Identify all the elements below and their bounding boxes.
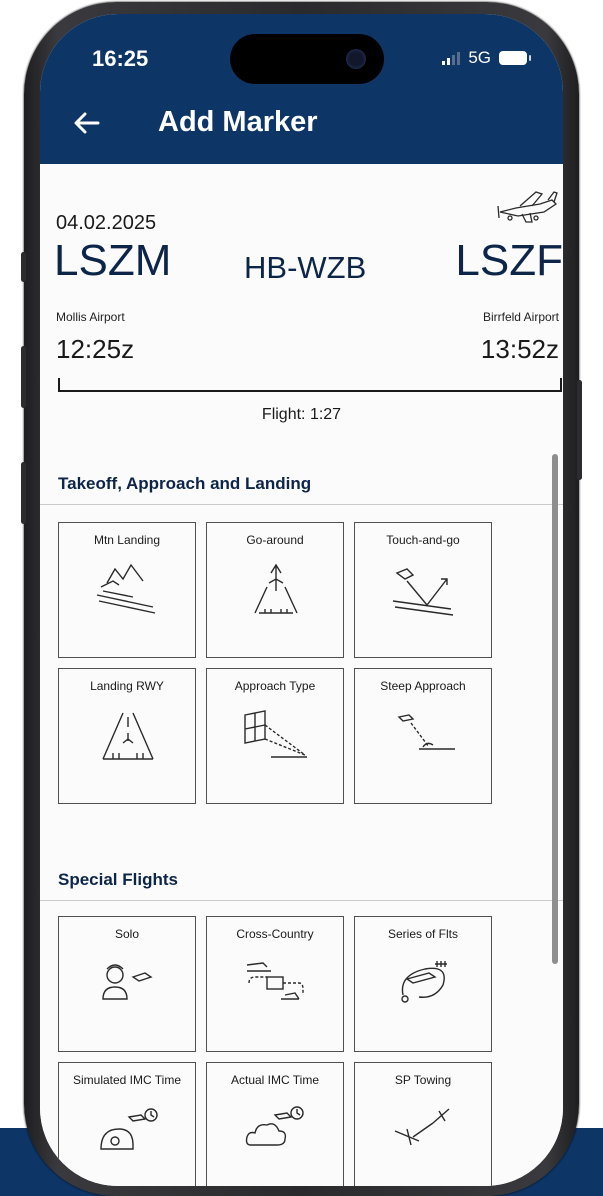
tile-label: Series of Flts xyxy=(387,927,459,941)
simulated-imc-icon xyxy=(100,1108,158,1150)
tile-label: Steep Approach xyxy=(380,679,466,693)
tile-label: Go-around xyxy=(246,533,304,547)
tile-steep-approach[interactable]: Steep Approach xyxy=(354,668,492,804)
takeoff-marker-grid: Mtn Landing Go-around Touch-and-go Landi… xyxy=(58,522,492,804)
tile-label: Cross-Country xyxy=(236,927,314,941)
tile-go-around[interactable]: Go-around xyxy=(206,522,344,658)
tile-mtn-landing[interactable]: Mtn Landing xyxy=(58,522,196,658)
scrollbar[interactable] xyxy=(552,454,558,964)
tile-label: Mtn Landing xyxy=(93,533,161,547)
tile-label: Touch-and-go xyxy=(386,533,460,547)
tile-label: Landing RWY xyxy=(90,679,164,693)
tile-solo[interactable]: Solo xyxy=(58,916,196,1052)
tile-label: Solo xyxy=(114,927,140,941)
airplane-icon xyxy=(497,191,558,223)
network-label: 5G xyxy=(468,48,491,67)
steep-approach-icon xyxy=(397,714,455,750)
arrival-airport-code: LSZF xyxy=(455,236,563,285)
status-indicators: 5G xyxy=(442,48,531,68)
cross-country-icon xyxy=(246,962,304,1000)
tile-label: Approach Type xyxy=(234,679,316,693)
back-arrow-icon[interactable] xyxy=(72,108,102,138)
tile-simulated-imc[interactable]: Simulated IMC Time xyxy=(58,1062,196,1186)
tile-approach-type[interactable]: Approach Type xyxy=(206,668,344,804)
flight-date: 04.02.2025 xyxy=(56,212,157,234)
volume-up-button xyxy=(21,346,26,408)
content-area: 04.02.2025 LSZM HB-WZB LSZF Mollis Airpo… xyxy=(40,164,563,1186)
aircraft-registration: HB-WZB xyxy=(244,250,367,285)
solo-pilot-icon xyxy=(102,964,153,1000)
flight-duration: Flight: 1:27 xyxy=(261,406,342,423)
departure-time: 12:25z xyxy=(56,334,135,364)
camera-icon xyxy=(346,49,366,69)
series-of-flights-icon xyxy=(401,961,447,1003)
signal-icon xyxy=(442,51,461,65)
power-button xyxy=(577,380,582,480)
tile-actual-imc[interactable]: Actual IMC Time xyxy=(206,1062,344,1186)
departure-airport-code: LSZM xyxy=(54,236,172,285)
action-button xyxy=(21,252,26,282)
special-marker-grid: Solo Cross-Country Series of Flts Simula… xyxy=(58,916,492,1186)
go-around-icon xyxy=(254,563,298,614)
section-header-special: Special Flights xyxy=(40,870,563,901)
tile-touch-and-go[interactable]: Touch-and-go xyxy=(354,522,492,658)
section-header-takeoff: Takeoff, Approach and Landing xyxy=(40,474,563,505)
tile-label: Simulated IMC Time xyxy=(72,1073,182,1087)
towing-icon xyxy=(394,1108,450,1146)
page-title: Add Marker xyxy=(158,106,318,138)
actual-imc-icon xyxy=(245,1106,304,1146)
dynamic-island xyxy=(230,34,384,84)
status-time: 16:25 xyxy=(92,46,149,71)
tile-sp-towing[interactable]: SP Towing xyxy=(354,1062,492,1186)
tile-landing-rwy[interactable]: Landing RWY xyxy=(58,668,196,804)
departure-airport-name: Mollis Airport xyxy=(56,310,125,324)
tile-series-of-flts[interactable]: Series of Flts xyxy=(354,916,492,1052)
approach-type-icon xyxy=(244,710,307,758)
mountain-landing-icon xyxy=(96,563,156,614)
flight-timeline xyxy=(58,378,562,392)
tile-label: SP Towing xyxy=(394,1073,452,1087)
tile-cross-country[interactable]: Cross-Country xyxy=(206,916,344,1052)
section-title: Takeoff, Approach and Landing xyxy=(58,474,312,493)
runway-icon xyxy=(102,712,154,760)
battery-icon xyxy=(499,51,531,65)
section-title: Special Flights xyxy=(58,870,178,889)
app-header: 16:25 5G Add Marker xyxy=(40,14,563,164)
touch-and-go-icon xyxy=(392,568,454,616)
volume-down-button xyxy=(21,462,26,524)
arrival-airport-name: Birrfeld Airport xyxy=(482,310,559,324)
tile-label: Actual IMC Time xyxy=(230,1073,320,1087)
arrival-time: 13:52z xyxy=(480,334,559,364)
phone-screen: 16:25 5G Add Marker 04.02.2025 LSZM HB-W… xyxy=(40,14,563,1186)
